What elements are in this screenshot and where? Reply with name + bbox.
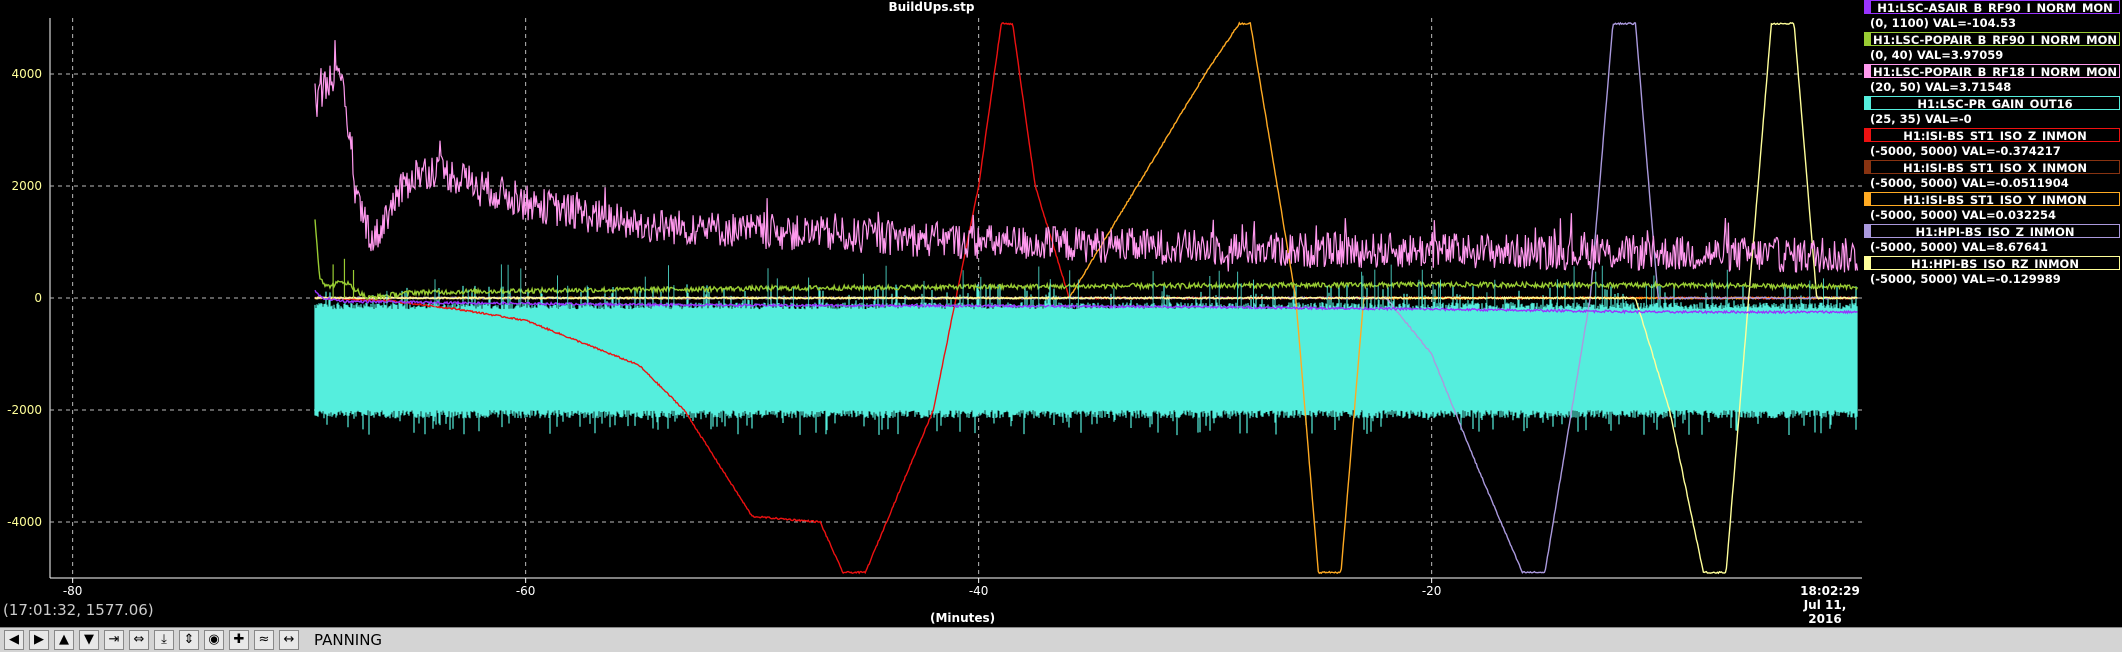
cursor-coordinate-readout: (17:01:32, 1577.06) (3, 601, 154, 619)
x-axis-label: (Minutes) (930, 611, 996, 625)
legend-channel-value: (-5000, 5000) VAL=0.032254 (1870, 208, 2057, 222)
legend-channel-name: H1:LSC-ASAIR_B_RF90_I_NORM_MON (1870, 0, 2120, 14)
legend-channel-value: (-5000, 5000) VAL=-0.129989 (1870, 272, 2061, 286)
y-tick-label: -4000 (7, 515, 42, 529)
series-line (314, 40, 1859, 273)
y-tick-label: 2000 (11, 179, 42, 193)
zoom-x-out-button[interactable]: ⇔ (129, 630, 149, 650)
history-button[interactable]: ≈ (254, 630, 274, 650)
legend-channel-name: H1:LSC-POPAIR_B_RF18_I_NORM_MON (1870, 64, 2120, 78)
stripchart-plot[interactable]: 4000 2000 0 -2000 -4000 -80 -60 -40 -20 (0, 0, 1863, 627)
current-date-label: Jul 11, 2016 (1803, 598, 1847, 626)
legend-channel-value: (-5000, 5000) VAL=8.67641 (1870, 240, 2049, 254)
pan-right-button[interactable]: ▶ (29, 630, 49, 650)
legend-channel-value: (25, 35) VAL=-0 (1870, 112, 1972, 126)
legend-channel-value: (20, 50) VAL=3.71548 (1870, 80, 2012, 94)
zoom-y-out-button[interactable]: ⇕ (179, 630, 199, 650)
x-tick-label: -40 (969, 584, 989, 598)
x-tick-label: -20 (1422, 584, 1442, 598)
legend-channel-value: (0, 40) VAL=3.97059 (1870, 48, 2004, 62)
x-tick-label: -80 (63, 584, 83, 598)
legend-channel-name: H1:HPI-BS_ISO_Z_INMON (1870, 224, 2120, 238)
zoom-y-in-button[interactable]: ⤓ (154, 630, 174, 650)
x-tick-label: -60 (516, 584, 536, 598)
toolbar: PANNING ◀ ▶ ▲ ▼ ⇥ ⇔ ⤓ ⇕ ◉ ✚ ≈ ↔ (0, 627, 2122, 652)
legend-channel-name: H1:ISI-BS_ST1_ISO_X_INMON (1870, 160, 2120, 174)
pan-down-button[interactable]: ▼ (79, 630, 99, 650)
legend-channel-name: H1:ISI-BS_ST1_ISO_Z_INMON (1870, 128, 2120, 142)
chart-title: BuildUps.stp (888, 0, 975, 14)
expand-button[interactable]: ↔ (279, 630, 299, 650)
legend-channel-name: H1:ISI-BS_ST1_ISO_Y_INMON (1870, 192, 2120, 206)
legend-channel-value: (0, 1100) VAL=-104.53 (1870, 16, 2017, 30)
add-button[interactable]: ✚ (229, 630, 249, 650)
legend-channel-name: H1:LSC-POPAIR_B_RF90_I_NORM_MON (1870, 32, 2120, 46)
center-button[interactable]: ◉ (204, 630, 224, 650)
current-time-label: 18:02:29 (1800, 584, 1860, 598)
zoom-x-in-button[interactable]: ⇥ (104, 630, 124, 650)
legend-channel-name: H1:LSC-PR_GAIN_OUT16 (1870, 96, 2120, 110)
series-line (314, 21, 1858, 575)
legend-channel-value: (-5000, 5000) VAL=-0.374217 (1870, 144, 2061, 158)
series-line (314, 284, 1858, 436)
mode-label: PANNING (314, 631, 383, 649)
pan-up-button[interactable]: ▲ (54, 630, 74, 650)
y-tick-label: 4000 (11, 67, 42, 81)
pan-left-button[interactable]: ◀ (4, 630, 24, 650)
legend-channel-name: H1:HPI-BS_ISO_RZ_INMON (1870, 256, 2120, 270)
legend-channel-value: (-5000, 5000) VAL=-0.0511904 (1870, 176, 2069, 190)
y-tick-label: -2000 (7, 403, 42, 417)
y-tick-label: 0 (34, 291, 42, 305)
